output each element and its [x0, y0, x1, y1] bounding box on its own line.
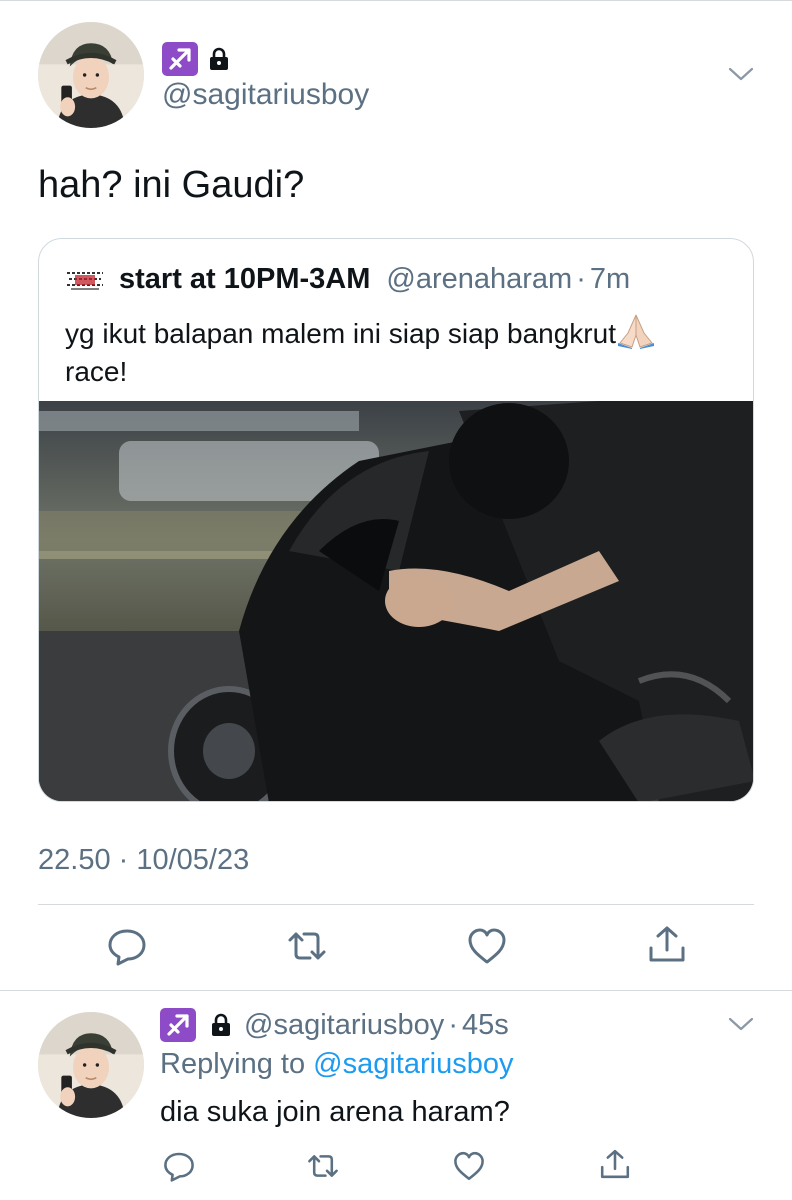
lock-icon [212, 1013, 230, 1036]
like-button[interactable] [452, 1150, 486, 1182]
replying-to-prefix: Replying to [160, 1048, 306, 1080]
chevron-down-icon[interactable] [728, 1016, 754, 1032]
avatar[interactable] [38, 1012, 144, 1118]
top-divider [0, 0, 792, 1]
sagittarius-icon [160, 1008, 196, 1042]
like-button[interactable] [466, 926, 508, 966]
separator-dot: · [448, 1008, 458, 1041]
separator-dot: · [576, 263, 586, 295]
profile-badges [162, 42, 230, 76]
reply-header: @sagitariusboy · 45s [160, 1008, 509, 1042]
retweet-icon [288, 932, 326, 960]
quoted-tweet-text: yg ikut balapan malem ini siap siap bang… [65, 313, 725, 391]
avatar-photo [38, 1012, 144, 1118]
tweet-text: hah? ini Gaudi? [38, 164, 305, 206]
reply-text: dia suka join arena haram? [160, 1096, 510, 1128]
reply-author-handle[interactable]: @sagitariusboy [244, 1009, 444, 1042]
quoted-handle[interactable]: @arenaharam [386, 263, 572, 296]
like-icon [454, 1151, 484, 1181]
retweet-icon [308, 1155, 338, 1177]
sagittarius-icon [162, 42, 198, 76]
quoted-tweet-card[interactable]: start at 10PM-3AM @arenaharam · 7m yg ik… [38, 238, 754, 802]
avatar[interactable] [38, 22, 144, 128]
motorcycle-photo [39, 401, 753, 801]
quoted-media[interactable] [39, 401, 753, 801]
replying-to: Replying to @sagitariusboy [160, 1048, 513, 1081]
quoted-text-line2: race! [65, 356, 128, 387]
chevron-down-icon[interactable] [728, 66, 754, 82]
lock-icon [210, 47, 228, 70]
reply-button[interactable] [162, 1150, 196, 1182]
quoted-avatar-icon[interactable] [65, 266, 105, 293]
divider [0, 990, 792, 991]
retweet-button[interactable] [306, 1150, 340, 1182]
quoted-tweet-header: start at 10PM-3AM @arenaharam · 7m [65, 263, 630, 296]
share-icon [649, 926, 685, 962]
quoted-display-name[interactable]: start at 10PM-3AM [119, 263, 370, 296]
reply-time: 45s [461, 1008, 509, 1041]
quoted-text-line1: yg ikut balapan malem ini siap siap bang… [65, 318, 616, 349]
like-icon [468, 928, 506, 964]
tweet-timestamp[interactable]: 22.50 · 10/05/23 [38, 844, 249, 877]
share-button[interactable] [646, 924, 688, 964]
avatar-photo [38, 22, 144, 128]
reply-icon [164, 1152, 194, 1182]
share-button[interactable] [598, 1148, 632, 1180]
folded-hands-icon [617, 314, 654, 349]
replying-to-link[interactable]: @sagitariusboy [313, 1048, 513, 1080]
reply-icon [108, 929, 146, 966]
reply-button[interactable] [106, 926, 148, 966]
share-icon [600, 1149, 630, 1179]
divider [38, 904, 754, 905]
quoted-time: 7m [589, 263, 631, 295]
author-handle[interactable]: @sagitariusboy [162, 78, 369, 112]
retweet-button[interactable] [286, 926, 328, 966]
